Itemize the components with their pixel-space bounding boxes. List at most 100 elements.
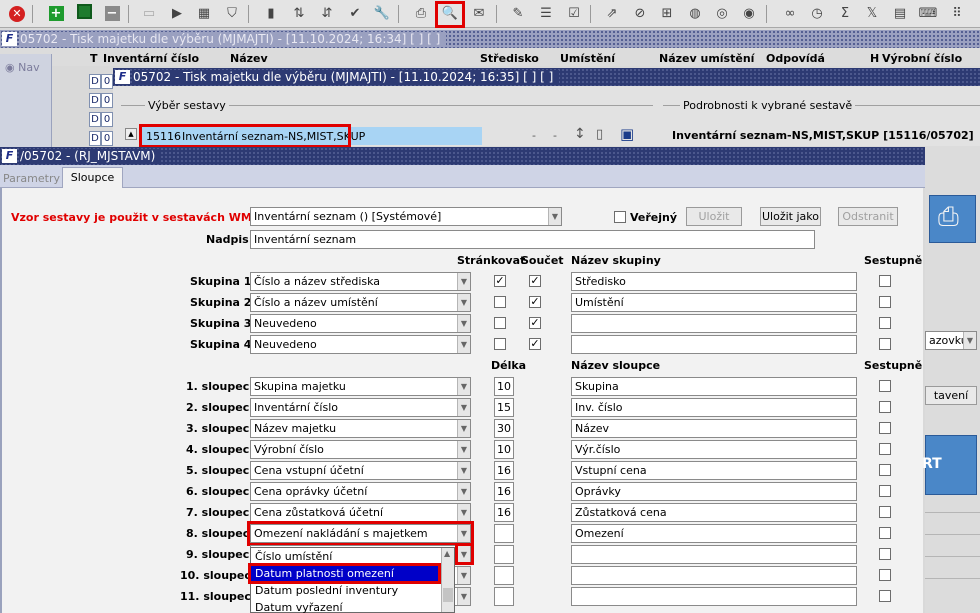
monitor-icon[interactable]: ▣ [620,125,634,143]
clock-icon[interactable]: ◷ [806,4,828,24]
column-11-desc-checkbox[interactable] [879,590,891,602]
column-2-combo[interactable]: Inventární číslo ▼ [250,398,471,417]
group-4-sum-checkbox[interactable]: ✓ [529,338,541,350]
group-1-sum-checkbox[interactable]: ✓ [529,275,541,287]
group-2-sum-checkbox[interactable]: ✓ [529,296,541,308]
group-3-desc-checkbox[interactable] [879,317,891,329]
globe-icon[interactable]: ◍ [684,4,706,24]
column-7-name-input[interactable]: Zůstatková cena [571,503,857,522]
column-7-length[interactable]: 16 [494,503,514,522]
add-icon[interactable]: + [48,6,64,21]
col-header-h[interactable]: H [870,52,879,65]
group-4-combo[interactable]: Neuvedeno ▼ [250,335,471,354]
column-2-name-input[interactable]: Inv. číslo [571,398,857,417]
settings-button[interactable]: tavení [925,386,977,405]
pdf-icon[interactable]: ▯ [596,127,603,142]
close-icon[interactable]: ✕ [9,6,25,22]
column-8-desc-checkbox[interactable] [879,527,891,539]
edit-icon[interactable]: ✎ [507,4,529,24]
col-header-nazev-umisteni[interactable]: Název umístění [659,52,754,65]
save-as-button[interactable]: Uložit jako [760,207,821,226]
column-3-desc-checkbox[interactable] [879,422,891,434]
dropdown-option[interactable]: Datum vyřazení [251,599,454,613]
group-2-combo[interactable]: Číslo a název umístění ▼ [250,293,471,312]
list-icon[interactable]: ☰ [535,4,557,24]
col-header-stredisko[interactable]: Středisko [480,52,539,65]
group-1-name-input[interactable]: Středisko [571,272,857,291]
group-1-desc-checkbox[interactable] [879,275,891,287]
column-9-desc-checkbox[interactable] [879,548,891,560]
save-icon[interactable] [76,4,92,19]
column-10-desc-checkbox[interactable] [879,569,891,581]
grid-dots-icon[interactable]: ⠿ [946,4,968,24]
remove-icon[interactable]: − [104,6,120,21]
group-3-name-input[interactable] [571,314,857,333]
column-5-desc-checkbox[interactable] [879,464,891,476]
column-4-combo[interactable]: Výrobní číslo ▼ [250,440,471,459]
col-header-umisteni[interactable]: Umístění [560,52,615,65]
compass-icon[interactable]: ◎ [711,4,733,24]
column-4-length[interactable]: 10 [494,440,514,459]
calendar-icon[interactable]: ▦ [193,4,215,24]
save-button[interactable]: Uložit [686,207,742,226]
template-combo[interactable]: Inventární seznam () [Systémové] ▼ [250,207,562,226]
column-11-length[interactable] [494,587,514,606]
column-11-name-input[interactable] [571,587,857,606]
column-2-length[interactable]: 15 [494,398,514,417]
group-4-desc-checkbox[interactable] [879,338,891,350]
group-2-name-input[interactable]: Umístění [571,293,857,312]
check-icon[interactable]: ✔ [344,4,366,24]
column-7-combo[interactable]: Cena zůstatková účetní ▼ [250,503,471,522]
column-6-desc-checkbox[interactable] [879,485,891,497]
play-icon[interactable]: ▶ [166,4,188,24]
column-8-name-input[interactable]: Omezení [571,524,857,543]
dropdown-option[interactable]: Datum poslední inventury [251,582,454,599]
group-3-page-checkbox[interactable] [494,317,506,329]
sort-asc-icon[interactable]: ⇅ [288,4,310,24]
public-checkbox[interactable] [614,211,626,223]
sort-desc-icon[interactable]: ⇵ [316,4,338,24]
delete-button[interactable]: Odstranit [838,207,898,226]
column-6-name-input[interactable]: Oprávky [571,482,857,501]
column-1-length[interactable]: 10 [494,377,514,396]
column-1-name-input[interactable]: Skupina [571,377,857,396]
tab-parametry[interactable]: Parametry [3,172,60,185]
col-header-t[interactable]: T [90,52,98,65]
wrench-icon[interactable]: 🔧 [371,4,393,24]
move-icon[interactable]: ↕ [574,126,586,142]
col-header-odpovida[interactable]: Odpovídá [766,52,825,65]
keyboard-icon[interactable]: ⌨ [917,4,939,24]
glasses-icon[interactable]: ∞ [779,4,801,24]
col-header-nazev[interactable]: Název [230,52,268,65]
eye-icon[interactable]: ◉ [738,4,760,24]
group-2-page-checkbox[interactable] [494,296,506,308]
bar-chart-icon[interactable]: ▮ [260,4,282,24]
blank-icon[interactable]: ▭ [138,4,160,24]
col-header-vyrobni[interactable]: Výrobní číslo [882,52,962,65]
sum-icon[interactable]: Σ [834,4,856,24]
column-5-combo[interactable]: Cena vstupní účetní ▼ [250,461,471,480]
mail-icon[interactable]: ✉ [468,4,490,24]
column-7-desc-checkbox[interactable] [879,506,891,518]
printer-button[interactable]: ⎙ [929,195,976,243]
column-5-length[interactable]: 16 [494,461,514,480]
column-3-length[interactable]: 30 [494,419,514,438]
print-icon[interactable]: ⎙ [410,4,432,24]
column-3-combo[interactable]: Název majetku ▼ [250,419,471,438]
group-3-sum-checkbox[interactable]: ✓ [529,317,541,329]
column-10-length[interactable] [494,566,514,585]
group-1-combo[interactable]: Číslo a název střediska ▼ [250,272,471,291]
grid-icon[interactable]: ⊞ [656,4,678,24]
output-combo[interactable]: azovku ▼ [925,331,977,350]
group-4-page-checkbox[interactable] [494,338,506,350]
checklist-icon[interactable]: ☑ [563,4,585,24]
column-4-name-input[interactable]: Výr.číslo [571,440,857,459]
nav-radio[interactable]: ◉ Nav [5,61,40,74]
column-6-combo[interactable]: Cena oprávky účetní ▼ [250,482,471,501]
tab-sloupce[interactable]: Sloupce [62,167,123,189]
scroll-up-button[interactable]: ▲ [125,128,137,140]
column-4-desc-checkbox[interactable] [879,443,891,455]
scroll-thumb[interactable] [443,588,453,602]
filter-icon[interactable]: ⛉ [221,4,243,24]
column-1-combo[interactable]: Skupina majetku ▼ [250,377,471,396]
